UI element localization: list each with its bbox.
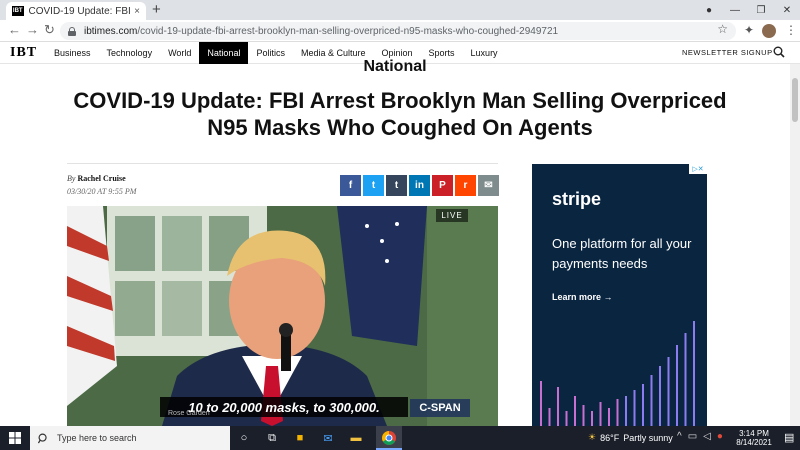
new-tab-button[interactable]: + — [152, 1, 161, 18]
back-icon[interactable]: ← — [8, 22, 21, 37]
restore-icon[interactable]: ❐ — [748, 5, 774, 16]
url-text: ibtimes.com/covid-19-update-fbi-arrest-b… — [84, 25, 559, 37]
profile-avatar[interactable] — [762, 24, 776, 38]
section-title: National — [363, 58, 427, 75]
windows-taskbar: Type here to search ○ ⧉ ■ ✉ ▬ ☀ 86°F Par… — [0, 426, 800, 450]
ad-bar-graphic — [540, 321, 695, 426]
ad-bar — [659, 366, 661, 426]
linkedin-share-icon[interactable]: in — [409, 175, 430, 196]
ad-bar — [540, 381, 542, 426]
page-scrollbar[interactable] — [790, 64, 800, 426]
tray-chevron-icon[interactable]: ^ — [677, 431, 682, 442]
taskbar-search-placeholder: Type here to search — [57, 433, 137, 443]
article-headline: COVID-19 Update: FBI Arrest Brooklyn Man… — [73, 88, 727, 140]
ad-bar — [667, 357, 670, 426]
weather-temperature: 86°F — [600, 432, 620, 443]
search-icon[interactable] — [773, 46, 785, 58]
minimize-icon[interactable]: — — [722, 5, 748, 16]
system-tray: ^ ▭ ◁ ● — [677, 431, 723, 442]
clock-time: 3:14 PM — [739, 429, 769, 438]
ad-bar — [642, 384, 644, 426]
video-player[interactable] — [67, 206, 498, 426]
twitter-share-icon[interactable]: t — [363, 175, 384, 196]
chrome-icon — [382, 431, 396, 445]
ad-bar — [676, 345, 678, 426]
author-link[interactable]: Rachel Cruise — [77, 174, 125, 183]
forward-icon[interactable]: → — [26, 22, 39, 37]
store-icon[interactable]: ■ — [292, 430, 308, 446]
weather-widget[interactable]: ☀ 86°F Partly sunny — [588, 432, 673, 443]
publish-date: 03/30/20 AT 9:55 PM — [67, 187, 137, 196]
reload-icon[interactable]: ↻ — [44, 22, 55, 38]
live-badge: LIVE — [436, 209, 468, 222]
pinterest-share-icon[interactable]: P — [432, 175, 453, 196]
network-icon[interactable]: ▭ — [688, 431, 697, 442]
newsletter-signup-link[interactable]: NEWSLETTER SIGNUP — [682, 48, 773, 57]
security-icon[interactable]: ● — [717, 431, 723, 442]
bookmark-star-icon[interactable]: ☆ — [717, 22, 728, 36]
ad-bar — [599, 402, 602, 426]
ad-bar — [565, 411, 568, 426]
weather-description: Partly sunny — [623, 432, 673, 443]
ad-bar — [693, 321, 695, 426]
clock-date: 8/14/2021 — [736, 438, 772, 447]
reddit-share-icon[interactable]: r — [455, 175, 476, 196]
facebook-share-icon[interactable]: f — [340, 175, 361, 196]
ad-bar — [574, 396, 576, 426]
tab-search-icon[interactable]: ● — [696, 5, 722, 16]
tumblr-share-icon[interactable]: t — [386, 175, 407, 196]
ad-bar — [650, 375, 653, 426]
menu-icon[interactable]: ⋮ — [785, 23, 797, 37]
lock-icon[interactable] — [68, 27, 76, 36]
extensions-icon[interactable]: ✦ — [744, 23, 754, 37]
search-icon — [38, 433, 47, 443]
video-frame — [67, 206, 498, 426]
ad-bar — [557, 387, 559, 426]
mail-icon[interactable]: ✉ — [320, 430, 336, 446]
file-explorer-icon[interactable]: ▬ — [348, 430, 364, 446]
scrollbar-thumb[interactable] — [792, 78, 798, 122]
divider — [67, 163, 498, 164]
taskbar-search-box[interactable]: Type here to search — [30, 426, 230, 450]
browser-tab[interactable]: IBT COVID-19 Update: FBI Arrest Bro... × — [6, 2, 146, 20]
email-share-icon[interactable]: ✉ — [478, 175, 499, 196]
ad-bar — [608, 408, 610, 426]
task-view-icon[interactable]: ⧉ — [264, 430, 280, 446]
ad-bar — [548, 408, 551, 426]
cspan-logo: C-SPAN — [410, 399, 470, 417]
ad-bar — [625, 396, 627, 426]
window-controls: ● — ❐ ✕ — [696, 0, 800, 20]
stripe-ad[interactable]: ▷✕ stripe One platform for all your paym… — [532, 164, 707, 426]
windows-start-icon[interactable] — [9, 432, 21, 444]
ad-bar — [616, 399, 619, 426]
location-label: Rose Garden — [168, 410, 210, 417]
notifications-icon[interactable]: ▤ — [784, 431, 794, 444]
share-buttons: f t t in Pr ✉ — [340, 175, 499, 196]
ad-bar — [582, 405, 585, 426]
address-bar[interactable]: ibtimes.com/covid-19-update-fbi-arrest-b… — [60, 22, 736, 40]
browser-tab-strip: IBT COVID-19 Update: FBI Arrest Bro... ×… — [0, 0, 800, 20]
tab-title: COVID-19 Update: FBI Arrest Bro... — [28, 5, 131, 17]
partly-sunny-icon: ☀ — [588, 432, 597, 442]
volume-icon[interactable]: ◁ — [703, 431, 711, 442]
close-window-icon[interactable]: ✕ — [774, 5, 800, 16]
ibt-favicon-icon: IBT — [12, 6, 24, 16]
taskbar-clock[interactable]: 3:14 PM 8/14/2021 — [730, 429, 778, 447]
ad-bar — [684, 333, 687, 426]
cortana-icon[interactable]: ○ — [236, 430, 252, 446]
tab-close-icon[interactable]: × — [134, 6, 140, 17]
chrome-taskbar-active[interactable] — [376, 426, 402, 450]
byline: By Rachel Cruise — [67, 174, 126, 183]
browser-toolbar: ← → ↻ ibtimes.com/covid-19-update-fbi-ar… — [0, 20, 800, 42]
ad-bar — [591, 411, 593, 426]
ad-bar — [633, 390, 636, 426]
